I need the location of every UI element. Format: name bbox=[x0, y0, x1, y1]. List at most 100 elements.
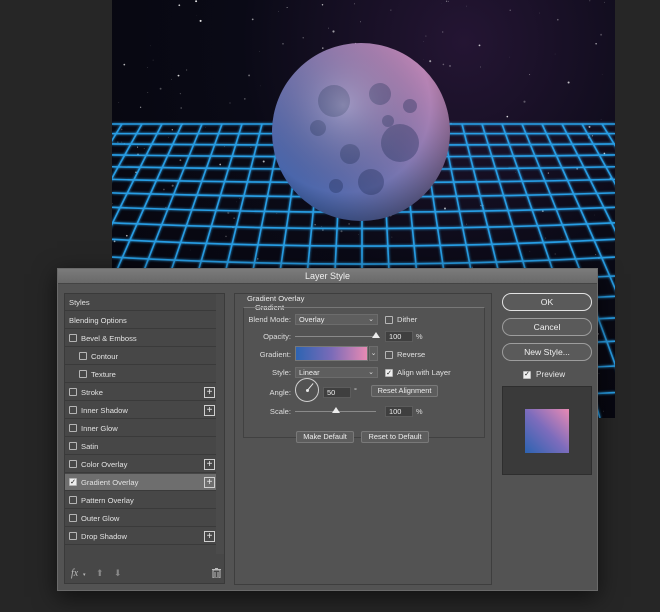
reset-alignment-button[interactable]: Reset Alignment bbox=[371, 385, 438, 397]
style-item-blending-options[interactable]: Blending Options bbox=[65, 312, 217, 329]
style-item-contour[interactable]: Contour bbox=[65, 348, 217, 365]
style-item-texture[interactable]: Texture bbox=[65, 366, 217, 383]
preview-check-icon: ✓ bbox=[523, 370, 531, 379]
gradient-overlay-panel: Gradient Overlay Gradient Blend Mode: Ov… bbox=[234, 293, 492, 585]
opacity-slider-thumb[interactable] bbox=[372, 332, 380, 338]
style-checkbox[interactable]: ✓ bbox=[69, 478, 77, 486]
arrow-down-icon[interactable]: ⬇ bbox=[114, 568, 122, 579]
style-item-label: Outer Glow bbox=[81, 513, 120, 523]
style-select[interactable]: Linear ⌄ bbox=[295, 367, 378, 378]
style-item-drop-shadow[interactable]: Drop Shadow + bbox=[65, 528, 217, 545]
cancel-button[interactable]: Cancel bbox=[502, 318, 592, 336]
blend-mode-select[interactable]: Overlay ⌄ bbox=[295, 314, 378, 325]
style-item-label: Pattern Overlay bbox=[81, 495, 134, 505]
style-checkbox[interactable] bbox=[69, 514, 77, 522]
style-item-label: Contour bbox=[91, 351, 119, 361]
preview-swatch bbox=[525, 409, 569, 453]
chevron-down-icon: ⌄ bbox=[368, 316, 374, 323]
style-item-inner-glow[interactable]: Inner Glow bbox=[65, 420, 217, 437]
add-effect-plus-icon[interactable]: + bbox=[204, 459, 215, 470]
style-checkbox[interactable] bbox=[69, 460, 77, 468]
angle-input[interactable]: 50 bbox=[323, 387, 351, 398]
arrow-up-icon[interactable]: ⬆ bbox=[96, 568, 104, 579]
style-checkbox[interactable] bbox=[69, 424, 77, 432]
angle-label: Angle: bbox=[269, 388, 291, 397]
dialog-title: Layer Style bbox=[58, 269, 597, 284]
style-item-stroke[interactable]: Stroke + bbox=[65, 384, 217, 401]
style-checkbox[interactable] bbox=[69, 406, 77, 414]
styles-list: Styles Blending Options Bevel & Emboss Cont… bbox=[64, 293, 225, 584]
scale-label: Scale: bbox=[269, 407, 291, 416]
reverse-checkbox[interactable]: Reverse bbox=[385, 350, 425, 359]
style-checkbox[interactable] bbox=[69, 334, 77, 342]
trash-icon[interactable] bbox=[212, 568, 221, 580]
style-item-label: Drop Shadow bbox=[81, 531, 128, 541]
add-effect-plus-icon[interactable]: + bbox=[204, 405, 215, 416]
add-effect-plus-icon[interactable]: + bbox=[204, 387, 215, 398]
style-checkbox[interactable] bbox=[79, 352, 87, 360]
style-checkbox[interactable] bbox=[69, 388, 77, 396]
style-checkbox[interactable] bbox=[69, 496, 77, 504]
make-default-button[interactable]: Make Default bbox=[296, 431, 354, 443]
style-item-styles[interactable]: Styles bbox=[65, 294, 217, 311]
scale-unit: % bbox=[416, 407, 423, 416]
dither-check-icon bbox=[385, 315, 393, 324]
style-item-label: Inner Shadow bbox=[81, 405, 128, 415]
style-item-label: Satin bbox=[81, 441, 99, 451]
preview-label: Preview bbox=[536, 370, 566, 379]
style-item-label: Blending Options bbox=[69, 315, 127, 325]
style-checkbox[interactable] bbox=[69, 442, 77, 450]
angle-dial-pivot bbox=[306, 389, 309, 392]
style-item-label: Gradient Overlay bbox=[81, 477, 139, 487]
gradient-label: Gradient: bbox=[259, 350, 291, 359]
add-effect-plus-icon[interactable]: + bbox=[204, 531, 215, 542]
style-item-label: Inner Glow bbox=[81, 423, 118, 433]
add-effect-plus-icon[interactable]: + bbox=[204, 477, 215, 488]
gradient-picker-chevron-icon[interactable]: ⌄ bbox=[369, 346, 378, 361]
dither-label: Dither bbox=[397, 315, 418, 324]
style-item-label: Stroke bbox=[81, 387, 103, 397]
style-preview bbox=[502, 386, 592, 475]
style-item-color-overlay[interactable]: Color Overlay + bbox=[65, 456, 217, 473]
style-item-gradient-overlay[interactable]: ✓ Gradient Overlay + bbox=[65, 474, 217, 491]
align-check-icon: ✓ bbox=[385, 368, 393, 377]
style-label: Style: bbox=[272, 368, 291, 377]
ok-button[interactable]: OK bbox=[502, 293, 592, 311]
style-item-satin[interactable]: Satin bbox=[65, 438, 217, 455]
new-style-button[interactable]: New Style... bbox=[502, 343, 592, 361]
fx-icon[interactable]: fx bbox=[71, 568, 78, 579]
fx-menu-chevron-icon: ▾ bbox=[83, 572, 86, 578]
style-checkbox[interactable] bbox=[79, 370, 87, 378]
gradient-swatch[interactable] bbox=[295, 346, 368, 361]
section-heading: Gradient Overlay bbox=[247, 294, 305, 303]
preview-checkbox[interactable]: ✓ Preview bbox=[523, 370, 565, 379]
styles-toolbar: fx ▾ ⬆ ⬇ bbox=[65, 563, 224, 583]
style-item-inner-shadow[interactable]: Inner Shadow + bbox=[65, 402, 217, 419]
layer-style-dialog: Layer Style Styles Blending Options Bevel … bbox=[57, 268, 598, 591]
style-checkbox[interactable] bbox=[69, 532, 77, 540]
style-item-outer-glow[interactable]: Outer Glow bbox=[65, 510, 217, 527]
reverse-check-icon bbox=[385, 350, 393, 359]
align-with-layer-checkbox[interactable]: ✓ Align with Layer bbox=[385, 368, 451, 377]
dither-checkbox[interactable]: Dither bbox=[385, 315, 417, 324]
blend-mode-value: Overlay bbox=[299, 315, 325, 324]
angle-unit: ° bbox=[354, 386, 357, 395]
opacity-label: Opacity: bbox=[263, 332, 291, 341]
style-item-pattern-overlay[interactable]: Pattern Overlay bbox=[65, 492, 217, 509]
opacity-slider[interactable] bbox=[295, 336, 376, 337]
style-value: Linear bbox=[299, 368, 320, 377]
style-item-label: Styles bbox=[69, 297, 90, 307]
reverse-label: Reverse bbox=[397, 350, 426, 359]
chevron-down-icon: ⌄ bbox=[368, 369, 374, 376]
styles-scrollbar[interactable] bbox=[216, 294, 224, 554]
scale-slider-thumb[interactable] bbox=[331, 407, 340, 413]
reset-to-default-button[interactable]: Reset to Default bbox=[361, 431, 429, 443]
style-item-bevel-and-emboss[interactable]: Bevel & Emboss bbox=[65, 330, 217, 347]
opacity-input[interactable]: 100 bbox=[385, 331, 413, 342]
angle-dial[interactable] bbox=[295, 378, 319, 402]
scale-input[interactable]: 100 bbox=[385, 406, 413, 417]
align-with-layer-label: Align with Layer bbox=[397, 368, 451, 377]
style-item-label: Bevel & Emboss bbox=[81, 333, 137, 343]
style-item-label: Color Overlay bbox=[81, 459, 128, 469]
blend-mode-label: Blend Mode: bbox=[248, 315, 291, 324]
